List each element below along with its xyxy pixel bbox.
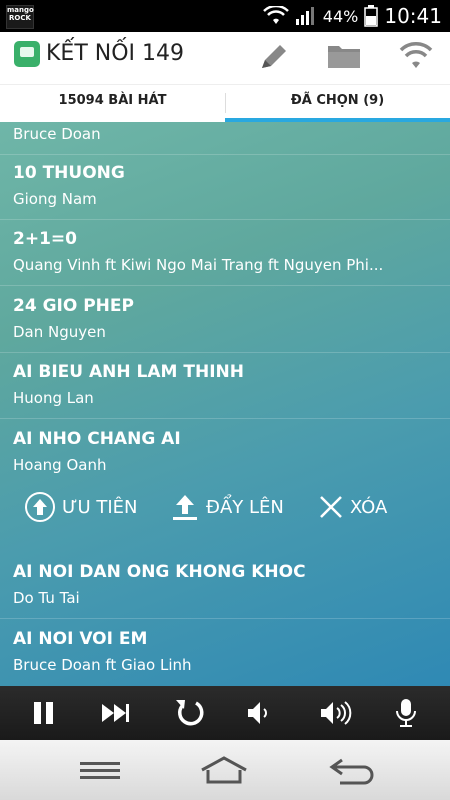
folder-icon[interactable] (326, 40, 362, 72)
system-nav-bar (0, 740, 450, 800)
move-up-label: ĐẨY LÊN (206, 496, 284, 518)
mic-icon[interactable] (386, 694, 426, 732)
tab-all-songs[interactable]: 15094 BÀI HÁT (0, 85, 225, 123)
back-icon[interactable] (326, 752, 378, 788)
app-logo-icon (14, 41, 40, 67)
clock: 10:41 (384, 4, 442, 28)
song-title: 2+1=0 (13, 229, 77, 249)
next-icon[interactable] (96, 694, 136, 732)
song-artist: Quang Vinh ft Kiwi Ngo Mai Trang ft Nguy… (13, 256, 384, 274)
song-actions: ƯU TIÊN ĐẨY LÊN XÓA (0, 476, 450, 542)
song-artist: Giong Nam (13, 190, 97, 208)
song-title: AI NOI VOI EM (13, 629, 148, 649)
page-title: KẾT NỐI 149 (46, 41, 185, 66)
logo-text-line1: mango (7, 6, 34, 14)
wifi-icon[interactable] (398, 40, 434, 72)
wifi-status-icon (262, 6, 289, 24)
upload-icon (173, 495, 197, 520)
song-title: 24 GIO PHEP (13, 296, 134, 316)
move-up-button[interactable]: ĐẨY LÊN (170, 490, 284, 524)
list-item[interactable]: AI NOI DAN ONG KHONG KHOC Do Tu Tai (0, 552, 450, 619)
close-icon (320, 496, 342, 518)
menu-icon[interactable] (74, 752, 126, 788)
song-artist: Dan Nguyen (13, 323, 106, 341)
pencil-icon[interactable] (256, 40, 292, 72)
mango-rock-logo: mango ROCK (6, 5, 34, 29)
tab-selected[interactable]: ĐÃ CHỌN (9) (225, 85, 450, 123)
pause-icon[interactable] (24, 694, 64, 732)
list-item[interactable]: 2+1=0 Quang Vinh ft Kiwi Ngo Mai Trang f… (0, 219, 450, 286)
list-item[interactable]: 10 THUONG Giong Nam (0, 153, 450, 220)
replay-icon[interactable] (170, 694, 210, 732)
app-bar: KẾT NỐI 149 (0, 32, 450, 84)
song-title: AI BIEU ANH LAM THINH (13, 362, 244, 382)
song-artist: Huong Lan (13, 389, 94, 407)
home-icon[interactable] (198, 752, 250, 788)
list-item[interactable]: 24 GIO PHEP Dan Nguyen (0, 286, 450, 353)
volume-down-icon[interactable] (240, 694, 280, 732)
song-title: AI NOI DAN ONG KHONG KHOC (13, 562, 306, 582)
delete-label: XÓA (350, 496, 388, 518)
priority-icon (25, 492, 55, 522)
song-artist: Bruce Doan ft Giao Linh (13, 656, 192, 674)
song-list: Bruce Doan 10 THUONG Giong Nam 2+1=0 Qua… (0, 122, 450, 686)
tab-bar: 15094 BÀI HÁT ĐÃ CHỌN (9) (0, 84, 450, 123)
priority-label: ƯU TIÊN (62, 496, 138, 518)
song-artist: Hoang Oanh (13, 456, 107, 474)
signal-icon (295, 7, 314, 25)
battery-icon (364, 5, 379, 27)
song-title: AI NHO CHANG AI (13, 429, 181, 449)
list-item[interactable]: AI BIEU ANH LAM THINH Huong Lan (0, 352, 450, 419)
delete-button[interactable]: XÓA (318, 490, 387, 524)
priority-button[interactable]: ƯU TIÊN (24, 490, 137, 524)
song-title: 10 THUONG (13, 163, 125, 183)
player-bar (0, 686, 450, 740)
logo-text-line2: ROCK (9, 14, 31, 22)
song-artist: Bruce Doan (13, 125, 101, 143)
list-item[interactable]: Bruce Doan (0, 122, 450, 155)
song-artist: Do Tu Tai (13, 589, 80, 607)
status-bar: mango ROCK 44% 10:41 (0, 0, 450, 32)
list-item[interactable]: AI NOI VOI EM Bruce Doan ft Giao Linh (0, 619, 450, 685)
volume-up-icon[interactable] (316, 694, 356, 732)
battery-percent: 44% (322, 6, 359, 26)
